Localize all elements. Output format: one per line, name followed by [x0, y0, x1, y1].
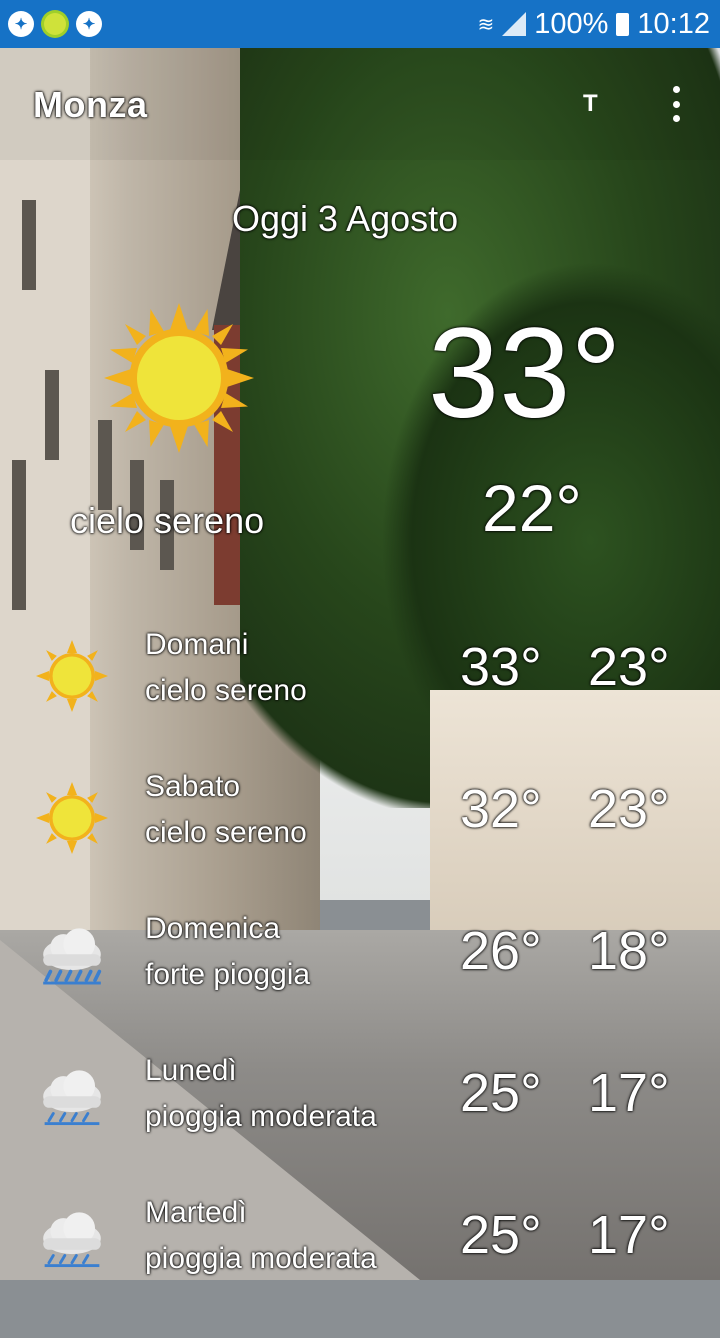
forecast-max: 25°	[460, 1063, 542, 1123]
forecast-min: 23°	[588, 637, 670, 697]
battery-percent: 100%	[534, 7, 609, 40]
today-max-temp: 33°	[428, 302, 622, 445]
sun-icon	[36, 640, 108, 712]
forecast-row: Lunedì pioggia moderata 25° 17°	[0, 1054, 720, 1196]
forecast-day: Sabato	[145, 770, 241, 803]
rain-cloud-icon	[43, 928, 102, 985]
forecast-min: 17°	[588, 1205, 670, 1265]
forecast-desc: forte pioggia	[145, 958, 311, 991]
clock: 10:12	[637, 7, 710, 40]
forecast-day: Domani	[145, 628, 249, 661]
sun-app-icon	[44, 13, 66, 35]
today-condition: cielo sereno	[70, 500, 265, 541]
forecast-desc: pioggia moderata	[145, 1100, 377, 1133]
forecast-row: Domenica forte pioggia 26° 18°	[0, 912, 720, 1054]
forecast-desc: cielo sereno	[145, 816, 307, 849]
forecast-max: 25°	[460, 1205, 542, 1265]
today-date: Oggi 3 Agosto	[232, 198, 459, 239]
forecast-row: Domani cielo sereno 33° 23°	[0, 628, 720, 770]
overflow-menu-icon[interactable]	[666, 86, 686, 122]
forecast-row: Sabato cielo sereno 32° 23°	[0, 770, 720, 912]
forecast-desc: cielo sereno	[145, 674, 307, 707]
forecast-max: 26°	[460, 921, 542, 981]
forecast-min: 17°	[588, 1063, 670, 1123]
sun-icon	[104, 303, 254, 453]
battery-icon	[616, 12, 630, 36]
forecast-day: Martedì	[145, 1196, 247, 1229]
forecast-day: Domenica	[145, 912, 281, 945]
rain-cloud-icon	[43, 1070, 101, 1126]
forecast-row: Martedì pioggia moderata 25° 17°	[0, 1196, 720, 1338]
forecast-min: 18°	[588, 921, 670, 981]
messenger-icon: ✦	[76, 11, 102, 37]
rain-cloud-icon	[43, 1212, 101, 1268]
wifi-icon: ≋	[477, 13, 495, 36]
text-size-button[interactable]: T	[583, 90, 598, 118]
signal-icon	[502, 12, 527, 36]
status-bar: ✦ ✦ ≋ 100% 10:12	[0, 0, 720, 48]
forecast-min: 23°	[588, 779, 670, 839]
messenger-icon: ✦	[8, 11, 34, 37]
forecast-max: 32°	[460, 779, 542, 839]
forecast-desc: pioggia moderata	[145, 1242, 377, 1275]
forecast-max: 33°	[460, 637, 542, 697]
today-min-temp: 22°	[482, 471, 582, 545]
forecast-day: Lunedì	[145, 1054, 237, 1087]
city-title: Monza	[33, 84, 148, 125]
sun-icon	[36, 782, 108, 854]
